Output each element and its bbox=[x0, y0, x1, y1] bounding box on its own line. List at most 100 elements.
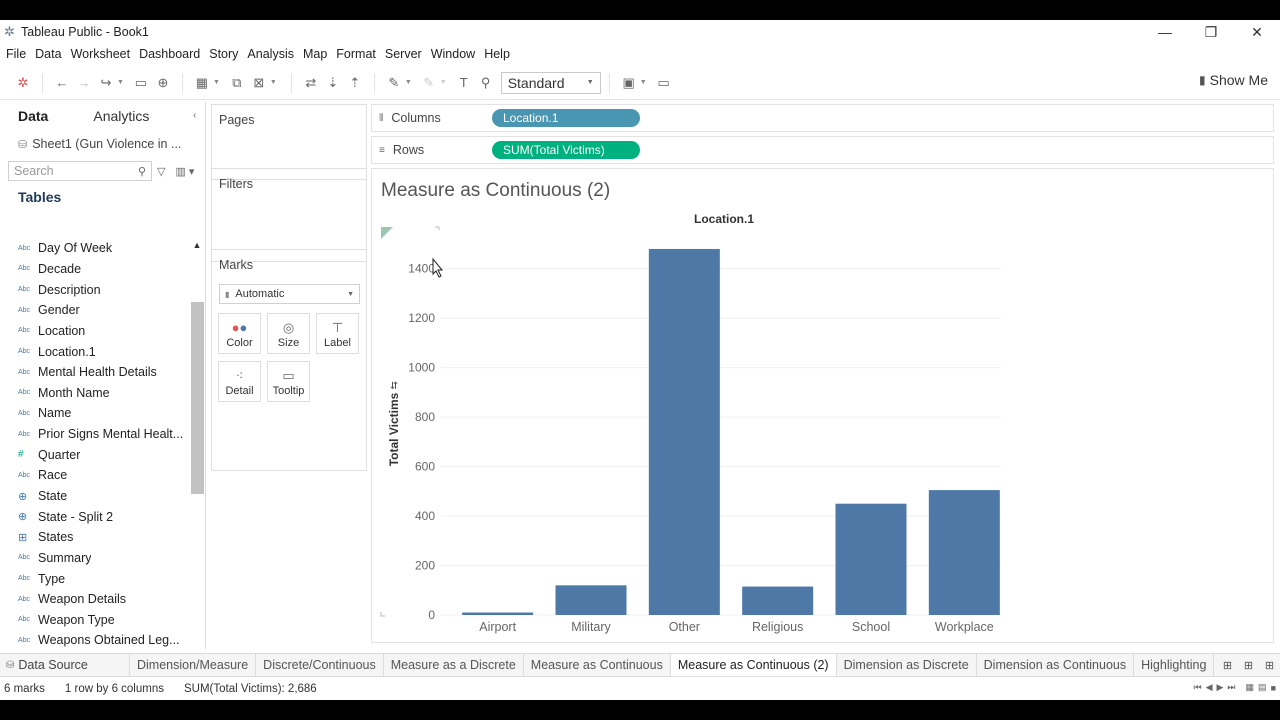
field-item[interactable]: Abc Race bbox=[0, 465, 188, 486]
new-worksheet-dropdown-icon[interactable]: ▼ bbox=[213, 79, 220, 86]
sort-descending-icon[interactable]: ⇡ bbox=[344, 72, 366, 94]
sort-ascending-icon[interactable]: ⇣ bbox=[322, 72, 344, 94]
undo-icon[interactable]: ← bbox=[51, 72, 73, 94]
menu-dashboard[interactable]: Dashboard bbox=[139, 47, 200, 61]
tooltip-button[interactable]: ▭ Tooltip bbox=[267, 361, 310, 402]
group-members-icon[interactable]: ✎ bbox=[418, 72, 440, 94]
field-item[interactable]: Abc Description bbox=[0, 279, 188, 300]
highlight-icon[interactable]: ✎ bbox=[383, 72, 405, 94]
fix-axes-icon[interactable]: ⚲ bbox=[475, 72, 497, 94]
swap-rows-columns-icon[interactable]: ⇄ bbox=[300, 72, 322, 94]
view-options-icon[interactable]: ▥ ▾ bbox=[175, 165, 194, 178]
label-button[interactable]: ⊤ Label bbox=[316, 313, 359, 354]
filters-card[interactable]: Filters bbox=[211, 168, 367, 262]
field-item[interactable]: Abc Mental Health Details bbox=[0, 362, 188, 383]
menu-file[interactable]: File bbox=[6, 47, 26, 61]
group-dropdown-icon[interactable]: ▼ bbox=[440, 79, 447, 86]
new-worksheet-icon[interactable]: ▦ bbox=[191, 72, 213, 94]
field-item[interactable]: Abc Weapon Type bbox=[0, 610, 188, 631]
field-item[interactable]: Abc Summary bbox=[0, 548, 188, 569]
last-sheet-icon[interactable]: ⏭ bbox=[1227, 682, 1235, 693]
field-item[interactable]: ⊞ States bbox=[0, 527, 188, 548]
collapse-pane-icon[interactable]: ‹ bbox=[193, 110, 196, 121]
close-button[interactable]: ✕ bbox=[1234, 20, 1280, 44]
next-sheet-icon[interactable]: ▶ bbox=[1217, 682, 1224, 693]
new-worksheet-icon[interactable]: ⊞ bbox=[1217, 659, 1238, 672]
search-input[interactable] bbox=[14, 164, 124, 178]
menu-server[interactable]: Server bbox=[385, 47, 422, 61]
first-sheet-icon[interactable]: ⏮ bbox=[1193, 682, 1201, 693]
new-story-icon[interactable]: ⊞ bbox=[1259, 659, 1280, 672]
presentation-mode-icon[interactable]: ▭ bbox=[653, 72, 675, 94]
field-item[interactable]: Abc Prior Signs Mental Healt... bbox=[0, 424, 188, 445]
sheet-tab[interactable]: Dimension/Measure bbox=[130, 654, 257, 676]
rows-shelf[interactable]: ≡ Rows SUM(Total Victims) bbox=[371, 136, 1274, 164]
redo-icon[interactable]: → bbox=[73, 72, 95, 94]
datasource-item[interactable]: ⛁ Sheet1 (Gun Violence in ... bbox=[0, 130, 205, 158]
scroll-thumb[interactable] bbox=[191, 302, 204, 494]
menu-map[interactable]: Map bbox=[303, 47, 327, 61]
field-item[interactable]: Abc Weapons Obtained Leg... bbox=[0, 630, 188, 651]
show-filmstrip-icon[interactable]: ▦ bbox=[1246, 682, 1255, 693]
menu-window[interactable]: Window bbox=[431, 47, 475, 61]
field-item[interactable]: Abc Gender bbox=[0, 300, 188, 321]
detail-button[interactable]: ⁖ Detail bbox=[218, 361, 261, 402]
show-cards-icon[interactable]: ▣ bbox=[618, 72, 640, 94]
field-item[interactable]: Abc Weapon Details bbox=[0, 589, 188, 610]
menu-analysis[interactable]: Analysis bbox=[247, 47, 294, 61]
sheet-tab-active[interactable]: Measure as Continuous (2) bbox=[670, 654, 837, 676]
duplicate-sheet-icon[interactable]: ⧉ bbox=[226, 72, 248, 94]
menu-data[interactable]: Data bbox=[35, 47, 61, 61]
sheet-tab[interactable]: Measure as Continuous bbox=[524, 654, 671, 676]
field-item[interactable]: Abc Decade bbox=[0, 259, 188, 280]
sheet-tab[interactable]: Dimension as Discrete bbox=[837, 654, 977, 676]
new-dashboard-icon[interactable]: ⊞ bbox=[1238, 659, 1259, 672]
field-item[interactable]: # Quarter bbox=[0, 444, 188, 465]
save-icon[interactable]: ▭ bbox=[130, 72, 152, 94]
field-item[interactable]: Abc Type bbox=[0, 568, 188, 589]
field-item[interactable]: ⊕ State bbox=[0, 486, 188, 507]
field-item[interactable]: Abc Day Of Week bbox=[0, 238, 188, 259]
clear-sheet-icon[interactable]: ⊠ bbox=[248, 72, 270, 94]
new-datasource-icon[interactable]: ⊕ bbox=[152, 72, 174, 94]
restore-button[interactable]: ❐ bbox=[1188, 20, 1234, 44]
search-icon[interactable]: ⚲ bbox=[138, 165, 146, 178]
mark-type-dropdown[interactable]: ▮ Automatic ▼ bbox=[219, 284, 360, 304]
scroll-up-icon[interactable]: ▲ bbox=[189, 238, 205, 252]
sheet-tab[interactable]: Dimension as Continuous bbox=[977, 654, 1135, 676]
menu-format[interactable]: Format bbox=[336, 47, 376, 61]
tableau-home-icon[interactable]: ✲ bbox=[12, 72, 34, 94]
clear-sheet-dropdown-icon[interactable]: ▼ bbox=[270, 79, 277, 86]
color-button[interactable]: ●● Color bbox=[218, 313, 261, 354]
highlight-dropdown-icon[interactable]: ▼ bbox=[405, 79, 412, 86]
field-item[interactable]: Abc Name bbox=[0, 403, 188, 424]
field-item[interactable]: Abc Location.1 bbox=[0, 341, 188, 362]
show-mark-labels-icon[interactable]: T bbox=[453, 72, 475, 94]
show-me-button[interactable]: ▮ Show Me bbox=[1199, 72, 1268, 88]
menu-story[interactable]: Story bbox=[209, 47, 238, 61]
menu-worksheet[interactable]: Worksheet bbox=[71, 47, 131, 61]
data-source-tab[interactable]: ⛁ Data Source bbox=[0, 654, 130, 676]
total-victims-pill[interactable]: SUM(Total Victims) bbox=[492, 141, 640, 159]
replay-dropdown-icon[interactable]: ▼ bbox=[117, 79, 124, 86]
field-item[interactable]: Abc Month Name bbox=[0, 382, 188, 403]
replay-icon[interactable]: ↪ bbox=[95, 72, 117, 94]
minimize-button[interactable]: — bbox=[1142, 20, 1188, 44]
prev-sheet-icon[interactable]: ◀ bbox=[1206, 682, 1213, 693]
sheet-tab[interactable]: Discrete/Continuous bbox=[256, 654, 384, 676]
tab-data[interactable]: Data bbox=[0, 102, 66, 130]
sheet-tab[interactable]: Measure as a Discrete bbox=[384, 654, 524, 676]
location-pill[interactable]: Location.1 bbox=[492, 109, 640, 127]
filter-icon[interactable]: ▽ bbox=[157, 165, 165, 178]
fit-dropdown[interactable]: Standard ▼ bbox=[500, 71, 601, 94]
field-item[interactable]: ⊕ State - Split 2 bbox=[0, 506, 188, 527]
field-list-scrollbar[interactable]: ▲ ▼ bbox=[189, 238, 205, 668]
tab-analytics[interactable]: Analytics bbox=[66, 102, 167, 130]
show-cards-dropdown-icon[interactable]: ▼ bbox=[640, 79, 647, 86]
menu-help[interactable]: Help bbox=[484, 47, 510, 61]
show-tabs-icon[interactable]: ▤ bbox=[1258, 682, 1267, 693]
size-button[interactable]: ◎ Size bbox=[267, 313, 310, 354]
columns-shelf[interactable]: ⦀ Columns Location.1 bbox=[371, 104, 1274, 132]
field-item[interactable]: Abc Location bbox=[0, 321, 188, 342]
show-sheet-sorter-icon[interactable]: ■ bbox=[1271, 683, 1276, 693]
